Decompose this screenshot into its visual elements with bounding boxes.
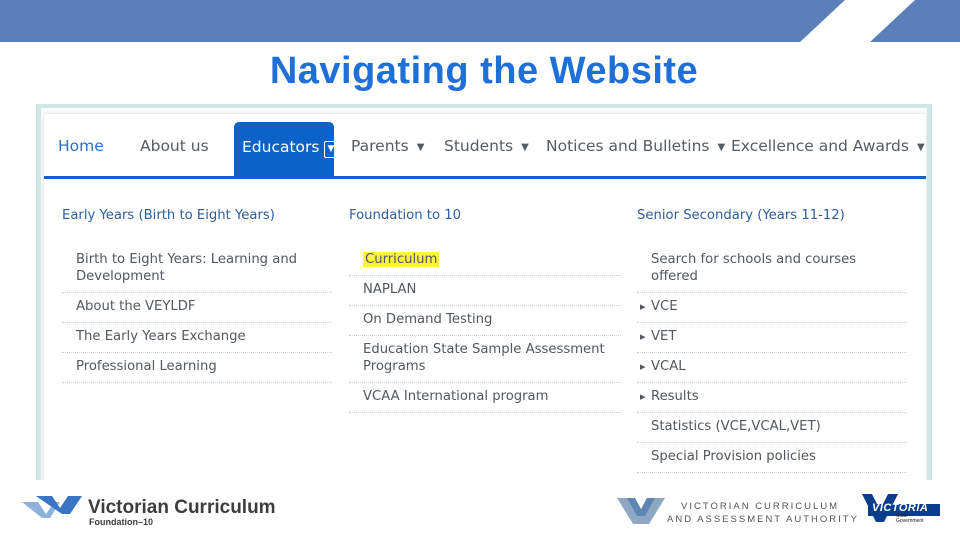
- nav-notices-label: Notices and Bulletins: [546, 137, 710, 155]
- menu-item[interactable]: The Early Years Exchange: [62, 323, 332, 353]
- menu-list-senior: Search for schools and courses offered V…: [637, 246, 907, 473]
- nav-parents[interactable]: Parents ▼: [351, 114, 424, 174]
- menu-column-early-years: Early Years (Birth to Eight Years) Birth…: [62, 208, 332, 383]
- menu-item[interactable]: Birth to Eight Years: Learning and Devel…: [62, 246, 332, 293]
- nav-home-label: Home: [58, 137, 104, 155]
- chevron-down-icon: ▼: [916, 142, 925, 153]
- victorian-curriculum-subtitle: Foundation–10: [89, 517, 154, 527]
- nav-about-us[interactable]: About us: [140, 114, 209, 174]
- victorian-curriculum-logo-icon: [22, 496, 82, 518]
- menu-heading-early-years[interactable]: Early Years (Birth to Eight Years): [62, 208, 332, 234]
- nav-educators[interactable]: Educators ▼: [234, 122, 339, 176]
- menu-item[interactable]: VET: [637, 323, 907, 353]
- vcaa-wordmark-line1: VICTORIAN CURRICULUM: [681, 501, 840, 512]
- nav-notices-bulletins[interactable]: Notices and Bulletins ▼: [546, 114, 725, 174]
- menu-list-foundation: Curriculum NAPLAN On Demand Testing Educ…: [349, 246, 621, 413]
- menu-item[interactable]: About the VEYLDF: [62, 293, 332, 323]
- vcaa-wordmark-line2: AND ASSESSMENT AUTHORITY: [667, 514, 859, 525]
- menu-item[interactable]: Results: [637, 383, 907, 413]
- menu-list-early-years: Birth to Eight Years: Learning and Devel…: [62, 246, 332, 383]
- footer-logos: Victorian Curriculum Foundation–10 VICTO…: [0, 484, 960, 540]
- menu-item[interactable]: NAPLAN: [349, 276, 621, 306]
- menu-heading-senior[interactable]: Senior Secondary (Years 11-12): [637, 208, 907, 234]
- menu-heading-foundation[interactable]: Foundation to 10: [349, 208, 621, 234]
- nav-about-label: About us: [140, 137, 209, 155]
- website-page: Home About us Educators ▼ Parents ▼ Studen…: [44, 114, 926, 480]
- victoria-government-label: Government: [896, 518, 924, 524]
- website-screenshot: Home About us Educators ▼ Parents ▼ Studen…: [36, 104, 932, 480]
- nav-divider: [44, 176, 926, 179]
- menu-item[interactable]: Special Provision policies: [637, 443, 907, 473]
- slide-title: Navigating the Website: [269, 50, 699, 92]
- main-nav: Home About us Educators ▼ Parents ▼ Studen…: [44, 114, 926, 176]
- menu-item[interactable]: VCE: [637, 293, 907, 323]
- nav-parents-label: Parents: [351, 137, 409, 155]
- menu-column-foundation: Foundation to 10 Curriculum NAPLAN On De…: [349, 208, 621, 413]
- menu-item[interactable]: Professional Learning: [62, 353, 332, 383]
- highlighted-label: Curriculum: [363, 252, 440, 267]
- menu-column-senior: Senior Secondary (Years 11-12) Search fo…: [637, 208, 907, 473]
- chevron-down-icon: ▼: [416, 142, 425, 153]
- vcaa-logo-icon: [617, 498, 665, 524]
- victorian-curriculum-wordmark: Victorian Curriculum: [88, 497, 276, 518]
- menu-item[interactable]: VCAA International program: [349, 383, 621, 413]
- nav-educators-label: Educators: [242, 138, 320, 156]
- chevron-down-icon[interactable]: ▼: [323, 141, 339, 158]
- chevron-down-icon: ▼: [717, 142, 726, 153]
- menu-item-curriculum[interactable]: Curriculum: [349, 246, 621, 276]
- menu-item[interactable]: VCAL: [637, 353, 907, 383]
- top-banner: [0, 0, 960, 42]
- menu-item[interactable]: Search for schools and courses offered: [637, 246, 907, 293]
- menu-item[interactable]: Education State Sample Assessment Progra…: [349, 336, 621, 383]
- nav-home[interactable]: Home: [58, 114, 104, 174]
- menu-item[interactable]: On Demand Testing: [349, 306, 621, 336]
- menu-item[interactable]: Statistics (VCE,VCAL,VET): [637, 413, 907, 443]
- nav-excellence-label: Excellence and Awards: [731, 137, 909, 155]
- nav-excellence-awards[interactable]: Excellence and Awards ▼: [731, 114, 925, 174]
- nav-students[interactable]: Students ▼: [444, 114, 529, 174]
- nav-students-label: Students: [444, 137, 514, 155]
- chevron-down-icon: ▼: [521, 142, 529, 153]
